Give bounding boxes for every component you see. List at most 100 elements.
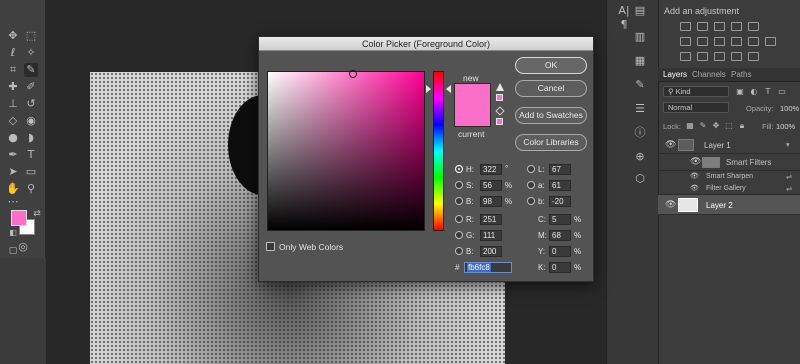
color-balance-icon[interactable]	[697, 37, 708, 46]
tab-paths[interactable]: Paths	[731, 70, 751, 79]
filter-options-icon[interactable]: ⇌	[786, 172, 792, 181]
hue-slider-right-arrow-icon[interactable]	[446, 85, 451, 93]
color-lookup-icon[interactable]	[765, 37, 776, 46]
b-channel-field[interactable]: -20	[549, 196, 571, 207]
filter-type-icon[interactable]: T	[761, 85, 775, 99]
out-of-gamut-warning-icon[interactable]	[496, 83, 504, 91]
character-panel-icon[interactable]: A|	[617, 4, 631, 18]
hue-radio[interactable]	[455, 165, 463, 173]
path-selection-icon[interactable]: ➤	[6, 165, 20, 179]
lock-artboard-icon[interactable]: ⬚	[722, 119, 736, 133]
artboard-tool-icon[interactable]: ⬚	[24, 29, 38, 43]
vibrance-icon[interactable]	[748, 22, 759, 31]
black-white-icon[interactable]	[714, 37, 725, 46]
red-radio[interactable]	[455, 215, 463, 223]
brushes-panel-icon[interactable]: ✎	[633, 78, 647, 92]
lock-all-icon[interactable]: 🔒︎	[735, 119, 749, 133]
type-tool-icon[interactable]: T	[24, 148, 38, 162]
tab-channels[interactable]: Channels	[692, 70, 726, 79]
curves-icon[interactable]	[714, 22, 725, 31]
visibility-eye-icon[interactable]: 👁︎	[665, 200, 676, 210]
properties-panel-icon[interactable]: ☰	[633, 102, 647, 116]
lasso-tool-icon[interactable]: ℓ	[6, 46, 20, 60]
hue-slider[interactable]	[433, 71, 444, 231]
hex-color-field[interactable]: fb6fc8	[464, 262, 512, 273]
gradient-map-icon[interactable]	[731, 52, 742, 61]
paragraph-panel-icon[interactable]: ¶	[617, 18, 631, 32]
layer-row[interactable]: 👁︎ Smart Sharpen ⇌	[658, 171, 800, 183]
layer-kind-filter[interactable]: ⚲ Kind	[663, 86, 729, 97]
info-panel-icon[interactable]: ⓘ	[633, 126, 647, 140]
black-field[interactable]: 0	[549, 262, 571, 273]
magenta-field[interactable]: 68	[549, 230, 571, 241]
brightness-radio[interactable]	[455, 197, 463, 205]
red-field[interactable]: 251	[480, 214, 502, 225]
healing-brush-icon[interactable]: ✚	[6, 80, 20, 94]
swatches-panel-icon[interactable]: ▦	[633, 54, 647, 68]
lock-position-icon[interactable]: ✥	[709, 119, 723, 133]
filter-adjust-icon[interactable]: ◐	[747, 85, 761, 99]
posterize-icon[interactable]	[697, 52, 708, 61]
lock-pixels-icon[interactable]: ✎	[696, 119, 710, 133]
green-radio[interactable]	[455, 231, 463, 239]
visibility-eye-icon[interactable]: 👁︎	[665, 140, 676, 150]
dodge-tool-icon[interactable]: ◗	[24, 131, 38, 145]
brightness-contrast-icon[interactable]	[680, 22, 691, 31]
threshold-icon[interactable]	[714, 52, 725, 61]
cyan-field[interactable]: 5	[549, 214, 571, 225]
color-libraries-button[interactable]: Color Libraries	[515, 134, 587, 151]
blur-tool-icon[interactable]: ●	[6, 131, 20, 145]
move-tool-icon[interactable]: ✥	[6, 29, 20, 43]
history-brush-icon[interactable]: ↺	[24, 97, 38, 111]
paint-bucket-icon[interactable]: ◉	[24, 114, 38, 128]
hand-tool-icon[interactable]: ✋	[6, 182, 20, 196]
only-web-colors-checkbox[interactable]	[266, 242, 275, 251]
filter-options-icon[interactable]: ⇌	[786, 184, 792, 193]
eraser-tool-icon[interactable]: ◇	[6, 114, 20, 128]
crop-tool-icon[interactable]: ⌗	[6, 63, 20, 77]
rectangle-tool-icon[interactable]: ▭	[24, 165, 38, 179]
more-tools-icon[interactable]: ⋯	[6, 195, 20, 209]
visibility-eye-icon[interactable]: 👁︎	[690, 184, 699, 192]
saturation-field[interactable]: 56	[480, 180, 502, 191]
blend-mode-select[interactable]: Normal	[663, 102, 729, 113]
lightness-field[interactable]: 67	[549, 164, 571, 175]
layer-row[interactable]: 👁︎ Smart Filters	[658, 154, 800, 171]
clone-stamp-icon[interactable]: ⊥	[6, 97, 20, 111]
filter-shape-icon[interactable]: ▭	[775, 85, 789, 99]
screen-mode-icon[interactable]: ▢	[6, 244, 20, 258]
saturation-radio[interactable]	[455, 181, 463, 189]
navigator-panel-icon[interactable]: ⊕	[633, 150, 647, 164]
tab-layers[interactable]: Layers	[663, 70, 687, 79]
magic-wand-tool-icon[interactable]: ✧	[24, 46, 38, 60]
zoom-tool-icon[interactable]: ⚲	[24, 182, 38, 196]
web-safe-cube-icon[interactable]	[495, 106, 505, 116]
brightness-field[interactable]: 98	[480, 196, 502, 207]
visibility-eye-icon[interactable]: 👁︎	[690, 157, 701, 167]
green-field[interactable]: 111	[480, 230, 502, 241]
photo-filter-icon[interactable]	[731, 37, 742, 46]
blue-field[interactable]: 200	[480, 246, 502, 257]
history-panel-icon[interactable]: ▤	[633, 4, 647, 18]
gamut-color-swatch[interactable]	[496, 94, 503, 101]
fill-value[interactable]: 100%	[776, 122, 795, 131]
blue-radio[interactable]	[455, 247, 463, 255]
hue-slider-left-arrow-icon[interactable]	[426, 85, 431, 93]
brush-tool-icon[interactable]: ✐	[24, 80, 38, 94]
filter-pixel-icon[interactable]: ▣	[733, 85, 747, 99]
channel-mixer-icon[interactable]	[748, 37, 759, 46]
web-safe-color-swatch[interactable]	[496, 118, 503, 125]
layer-row[interactable]: 👁︎ Layer 1 ▾	[658, 136, 800, 154]
levels-icon[interactable]	[697, 22, 708, 31]
a-channel-field[interactable]: 61	[549, 180, 571, 191]
saturation-brightness-field[interactable]	[267, 71, 425, 231]
foreground-color-swatch[interactable]	[11, 210, 27, 226]
visibility-eye-icon[interactable]: 👁︎	[690, 172, 699, 180]
hue-saturation-icon[interactable]	[680, 37, 691, 46]
b-channel-radio[interactable]	[527, 197, 535, 205]
lock-transparency-icon[interactable]: ▦	[683, 119, 697, 133]
pen-tool-icon[interactable]: ✒	[6, 148, 20, 162]
lightness-radio[interactable]	[527, 165, 535, 173]
libraries-panel-icon[interactable]: ▥	[633, 30, 647, 44]
add-to-swatches-button[interactable]: Add to Swatches	[515, 107, 587, 124]
